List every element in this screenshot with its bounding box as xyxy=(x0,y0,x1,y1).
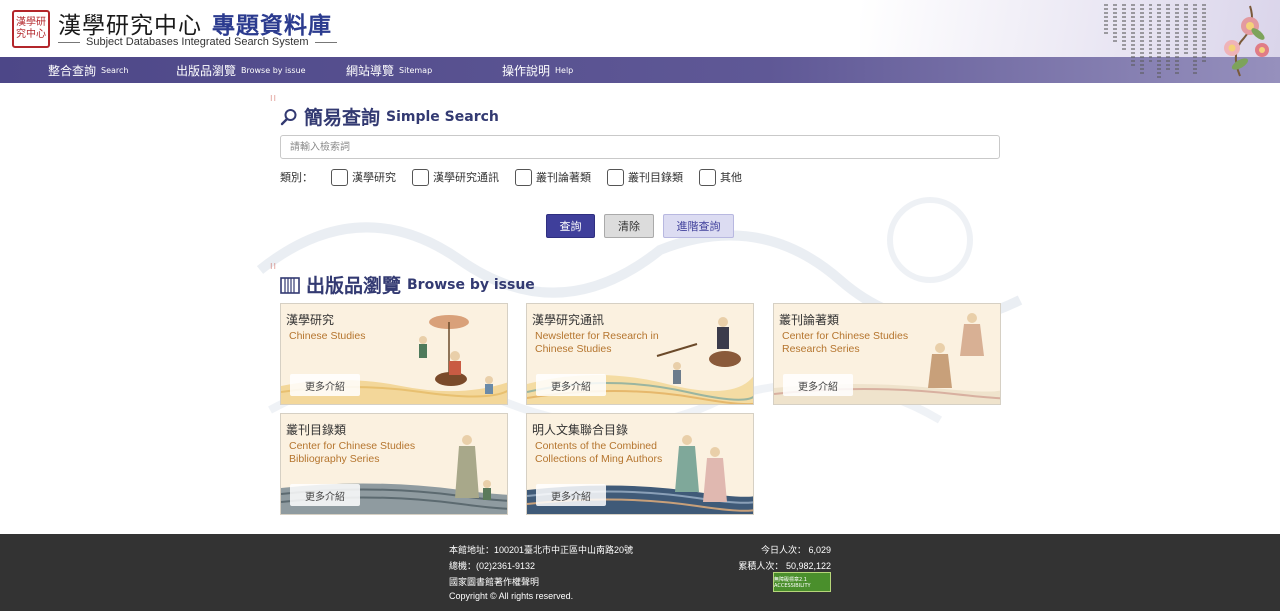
nav-label-zh: 操作說明 xyxy=(502,63,551,78)
publication-card-bibliography-series[interactable]: 叢刊目錄類 Center for Chinese Studies Bibliog… xyxy=(280,413,508,515)
card-subtitle-line: Center for Chinese Studies xyxy=(782,330,909,342)
checkbox-label: 漢學研究 xyxy=(352,171,396,184)
total-value: 50,982,122 xyxy=(785,561,831,571)
card-subtitle-line: Chinese Studies xyxy=(289,330,366,342)
category-checkbox-other[interactable]: 其他 xyxy=(699,168,742,186)
card-subtitle: Contents of the Combined Collections of … xyxy=(535,440,675,466)
site-title[interactable]: 漢學研究中心 專題資料庫 xyxy=(58,6,332,39)
search-input[interactable] xyxy=(280,135,1000,159)
checkbox[interactable] xyxy=(699,168,716,186)
nav-label-en: Help xyxy=(555,65,574,75)
calligraphy-decoration xyxy=(1100,0,1210,78)
site-subtitle: Subject Databases Integrated Search Syst… xyxy=(58,36,337,48)
subtitle-rule-right xyxy=(314,41,337,43)
publication-card-ming-authors[interactable]: 明人文集聯合目錄 Contents of the Combined Collec… xyxy=(526,413,754,515)
category-checkbox-research-series[interactable]: 叢刊論著類 xyxy=(515,168,591,186)
nav-label-en: Sitemap xyxy=(399,65,433,75)
search-icon xyxy=(280,108,297,125)
nav-label-en: Browse by issue xyxy=(241,65,306,75)
card-title: 漢學研究通訊 xyxy=(532,313,605,327)
nav-label-zh: 網站導覽 xyxy=(346,63,395,78)
category-label: 類別： xyxy=(280,171,313,184)
checkbox-label: 叢刊論著類 xyxy=(536,171,591,184)
nav-item-browse[interactable]: 出版品瀏覽 Browse by issue xyxy=(176,57,306,83)
card-subtitle-line: Newsletter for Research in xyxy=(535,330,659,342)
main-nav: 整合查詢 Search 出版品瀏覽 Browse by issue 網站導覽 S… xyxy=(0,57,1280,83)
browse-heading: 出版品瀏覽 Browse by issue xyxy=(280,271,535,298)
clear-button[interactable]: 清除 xyxy=(604,214,654,238)
publication-card-research-series[interactable]: 叢刊論著類 Center for Chinese Studies Researc… xyxy=(773,303,1001,405)
nav-label-en: Search xyxy=(101,65,129,75)
footer-address: 本館地址：100201臺北市中正區中山南路20號 xyxy=(449,545,634,555)
accessibility-badge[interactable]: 無障礙標章2.1 ACCESSIBILITY xyxy=(773,572,831,592)
card-subtitle-line: Center for Chinese Studies xyxy=(289,440,416,452)
footer-phone: 總機：(02)2361-9132 xyxy=(449,561,536,571)
checkbox[interactable] xyxy=(515,168,532,186)
today-visitor-count: 今日人次： 6,029 xyxy=(761,543,831,556)
database-name: 專題資料庫 xyxy=(212,12,332,39)
category-checkbox-bibliography-series[interactable]: 叢刊目錄類 xyxy=(607,168,683,186)
card-title: 叢刊論著類 xyxy=(779,313,840,327)
card-subtitle-line: Bibliography Series xyxy=(289,453,380,465)
category-checkbox-chinese-studies[interactable]: 漢學研究 xyxy=(331,168,396,186)
total-visitor-count: 累積人次： 50,982,122 xyxy=(738,559,831,572)
today-value: 6,029 xyxy=(808,545,831,555)
category-filter-row: 類別： 漢學研究 漢學研究通訊 叢刊論著類 叢刊目錄類 其他 xyxy=(280,167,758,187)
total-label: 累積人次： xyxy=(738,561,784,571)
nav-label-zh: 出版品瀏覽 xyxy=(176,63,237,78)
nav-item-sitemap[interactable]: 網站導覽 Sitemap xyxy=(346,57,432,83)
simple-search-heading: 簡易查詢 Simple Search xyxy=(280,103,499,130)
heading-zh: 簡易查詢 xyxy=(304,107,381,129)
nav-item-help[interactable]: 操作說明 Help xyxy=(502,57,573,83)
card-title: 漢學研究 xyxy=(286,313,335,327)
site-header: 漢學研究中心 漢學研究中心 專題資料庫 Subject Databases In… xyxy=(0,0,1280,57)
search-button-group: 查詢 清除 進階查詢 xyxy=(546,214,734,238)
footer-copyright: Copyright © All rights reserved. xyxy=(449,591,574,601)
search-button[interactable]: 查詢 xyxy=(546,214,595,238)
more-info-button[interactable]: 更多介紹 xyxy=(290,374,360,396)
section-marker-icon: ⁝⁝ xyxy=(270,262,278,271)
subtitle-rule-left xyxy=(58,41,80,43)
publication-card-chinese-studies[interactable]: 漢學研究 Chinese Studies 更多介紹 xyxy=(280,303,508,405)
today-label: 今日人次： xyxy=(760,545,806,555)
more-info-button[interactable]: 更多介紹 xyxy=(290,484,360,506)
card-subtitle-line: Research Series xyxy=(782,343,860,355)
more-info-button[interactable]: 更多介紹 xyxy=(783,374,853,396)
book-shelf-icon xyxy=(280,276,300,294)
heading-zh: 出版品瀏覽 xyxy=(306,275,402,297)
subtitle-text: Subject Databases Integrated Search Syst… xyxy=(86,36,309,48)
checkbox-label: 其他 xyxy=(720,171,742,184)
heading-en: Browse by issue xyxy=(407,276,535,293)
card-title: 明人文集聯合目錄 xyxy=(532,423,629,437)
org-name: 漢學研究中心 xyxy=(58,13,202,39)
card-subtitle: Newsletter for Research in Chinese Studi… xyxy=(535,330,675,356)
advanced-search-button[interactable]: 進階查詢 xyxy=(663,214,734,238)
checkbox[interactable] xyxy=(607,168,624,186)
checkbox-label: 叢刊目錄類 xyxy=(628,171,683,184)
card-subtitle: Center for Chinese Studies Bibliography … xyxy=(289,440,429,466)
card-subtitle-line: Chinese Studies xyxy=(535,343,612,355)
nav-item-search[interactable]: 整合查詢 Search xyxy=(48,57,129,83)
card-subtitle-line: Contents of the Combined xyxy=(535,440,657,452)
nav-label-zh: 整合查詢 xyxy=(48,63,97,78)
more-info-button[interactable]: 更多介紹 xyxy=(536,374,606,396)
publication-card-newsletter[interactable]: 漢學研究通訊 Newsletter for Research in Chines… xyxy=(526,303,754,405)
heading-en: Simple Search xyxy=(386,108,499,125)
checkbox[interactable] xyxy=(412,168,429,186)
footer-copyright-notice-link[interactable]: 國家圖書館著作權聲明 xyxy=(449,575,539,588)
checkbox[interactable] xyxy=(331,168,348,186)
card-subtitle: Chinese Studies xyxy=(289,330,429,343)
card-title: 叢刊目錄類 xyxy=(286,423,347,437)
site-footer: 本館地址：100201臺北市中正區中山南路20號 總機：(02)2361-913… xyxy=(0,534,1280,611)
flower-decoration-icon xyxy=(1224,5,1269,77)
checkbox-label: 漢學研究通訊 xyxy=(433,171,499,184)
more-info-button[interactable]: 更多介紹 xyxy=(536,484,606,506)
category-checkbox-newsletter[interactable]: 漢學研究通訊 xyxy=(412,168,499,186)
card-subtitle-line: Collections of Ming Authors xyxy=(535,453,663,465)
center-seal-logo[interactable]: 漢學研究中心 xyxy=(12,10,50,48)
card-subtitle: Center for Chinese Studies Research Seri… xyxy=(782,330,922,356)
section-marker-icon: ⁝⁝ xyxy=(270,94,278,103)
